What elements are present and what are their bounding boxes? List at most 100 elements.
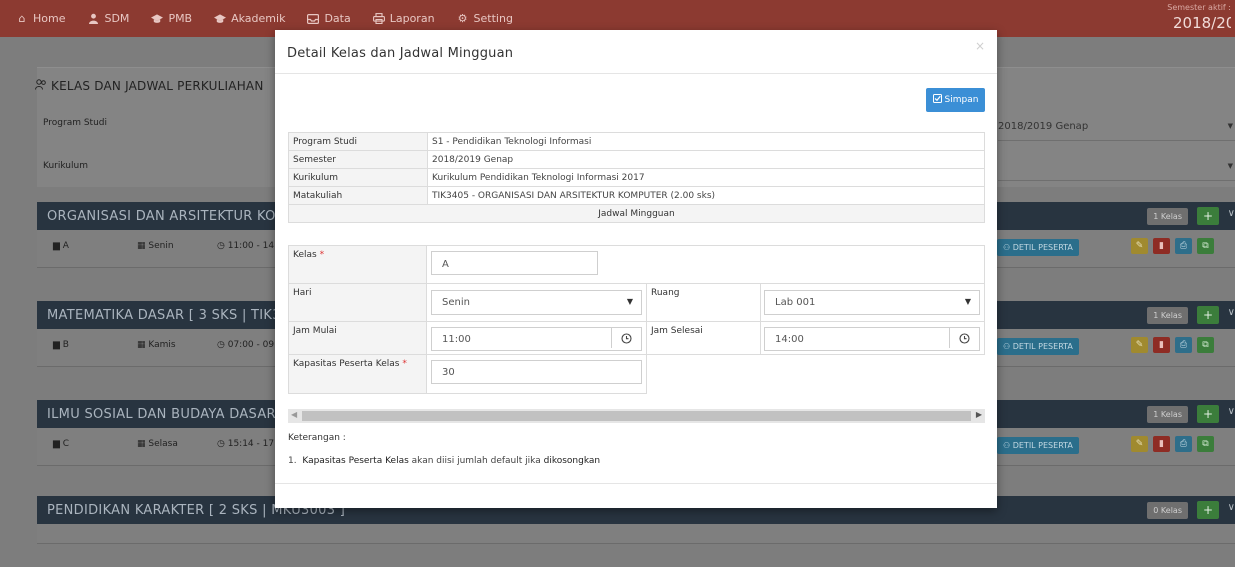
users-icon	[35, 79, 47, 93]
edit-button[interactable]: ✎	[1131, 436, 1148, 452]
class-name: ▆ B	[53, 340, 69, 350]
detail-label: Kurikulum	[288, 168, 428, 187]
nav-label: Home	[33, 12, 66, 25]
nav-label: Setting	[473, 12, 513, 25]
semester-aktif-value: 2018/2019 Genap	[1173, 14, 1231, 32]
kelas-count-button[interactable]: 1 Kelas	[1147, 307, 1188, 324]
print-button[interactable]: ⎙	[1175, 337, 1192, 353]
required-mark: *	[402, 359, 407, 369]
detail-label: Matakuliah	[288, 186, 428, 205]
close-icon[interactable]: ×	[975, 39, 985, 53]
ruang-select[interactable]: Lab 001 ▼	[764, 290, 980, 315]
hari-select[interactable]: Senin ▼	[431, 290, 642, 315]
nav-item-pmb[interactable]: PMB	[151, 12, 192, 25]
nav-label: Data	[324, 12, 351, 25]
edit-button[interactable]: ✎	[1131, 337, 1148, 353]
ruang-label-cell: Ruang	[646, 283, 761, 322]
kurikulum-label: Kurikulum	[43, 161, 88, 171]
detil-peserta-label: DETIL PESERTA	[1012, 243, 1073, 252]
kapasitas-value: 30	[442, 367, 455, 378]
detail-row: Semester 2018/2019 Genap	[288, 150, 985, 169]
detil-peserta-button[interactable]: ⚇ DETIL PESERTA	[997, 338, 1079, 355]
scrollbar-thumb[interactable]	[302, 411, 971, 421]
jam-selesai-label-cell: Jam Selesai	[646, 321, 761, 355]
chevron-down-icon[interactable]: ∨	[1228, 502, 1235, 513]
scroll-left-icon[interactable]: ◀	[291, 410, 297, 419]
jam-selesai-value: 14:00	[775, 334, 804, 345]
graduation-cap-icon	[214, 13, 227, 25]
ruang-select-value: Lab 001	[775, 297, 816, 308]
class-name: ▆ A	[53, 241, 69, 251]
jam-mulai-value: 11:00	[442, 334, 471, 345]
note-number: 1.	[288, 456, 297, 466]
chevron-down-icon: ▼	[626, 297, 633, 306]
class-letter: C	[62, 439, 70, 449]
detail-value: TIK3405 - ORGANISASI DAN ARSITEKTUR KOMP…	[427, 186, 985, 205]
add-class-button[interactable]: +	[1197, 207, 1219, 225]
edit-button[interactable]: ✎	[1131, 238, 1148, 254]
users-icon: ⚇	[1003, 243, 1013, 252]
chevron-down-icon[interactable]: ∨	[1228, 208, 1235, 219]
delete-button[interactable]: ▮	[1153, 238, 1170, 254]
nav-item-home[interactable]: ⌂ Home	[16, 12, 66, 25]
semester-select-value: 2018/2019 Genap	[998, 121, 1089, 132]
kelas-count-button[interactable]: 1 Kelas	[1147, 406, 1188, 423]
schedule-form: Kelas * A Hari Senin ▼ Ruang Lab 001 ▼ J…	[288, 245, 985, 395]
detail-row: Jadwal Mingguan	[288, 204, 985, 223]
nav-label: Laporan	[389, 12, 435, 25]
print-button[interactable]: ⎙	[1175, 436, 1192, 452]
nav-label: PMB	[168, 12, 193, 25]
copy-button[interactable]: ⧉	[1197, 436, 1214, 452]
add-class-button[interactable]: +	[1197, 306, 1219, 324]
nav-item-akademik[interactable]: Akademik	[214, 12, 285, 25]
jam-mulai-input[interactable]: 11:00	[431, 327, 642, 351]
detail-row: Kurikulum Kurikulum Pendidikan Teknologi…	[288, 168, 985, 187]
page-title-text: KELAS DAN JADWAL PERKULIAHAN	[51, 79, 264, 93]
note-item: 1. Kapasitas Peserta Kelas akan diisi ju…	[288, 456, 600, 466]
detail-table: Program Studi S1 - Pendidikan Teknologi …	[288, 132, 985, 223]
delete-button[interactable]: ▮	[1153, 436, 1170, 452]
class-day: ▦ Senin	[137, 241, 174, 251]
class-day-text: Selasa	[148, 439, 178, 449]
clock-icon[interactable]	[949, 328, 979, 348]
home-icon: ⌂	[18, 12, 26, 25]
nav-item-data[interactable]: Data	[307, 12, 351, 25]
note-text: akan diisi jumlah default jika	[411, 456, 541, 466]
users-icon: ⚇	[1003, 441, 1013, 450]
kapasitas-input[interactable]: 30	[431, 360, 642, 384]
course-class-row	[37, 524, 1235, 544]
add-class-button[interactable]: +	[1197, 501, 1219, 519]
note-bold-text: Kapasitas Peserta Kelas	[302, 456, 409, 466]
clock-icon[interactable]	[611, 328, 641, 348]
kelas-input[interactable]: A	[431, 251, 598, 275]
nav-item-setting[interactable]: ⚙ Setting	[457, 12, 513, 25]
detil-peserta-button[interactable]: ⚇ DETIL PESERTA	[997, 239, 1079, 256]
scroll-right-icon[interactable]: ▶	[976, 410, 982, 419]
class-letter: A	[62, 241, 69, 251]
save-button[interactable]: Simpan	[926, 88, 985, 112]
add-class-button[interactable]: +	[1197, 405, 1219, 423]
kelas-count-button[interactable]: 0 Kelas	[1147, 502, 1188, 519]
nav-item-sdm[interactable]: SDM	[87, 12, 129, 25]
print-button[interactable]: ⎙	[1175, 238, 1192, 254]
nav-item-laporan[interactable]: Laporan	[372, 12, 435, 25]
kapasitas-label-cell: Kapasitas Peserta Kelas *	[288, 354, 427, 394]
horizontal-scrollbar[interactable]: ◀ ▶	[288, 409, 985, 423]
class-day-text: Kamis	[148, 340, 176, 350]
kelas-count-button[interactable]: 1 Kelas	[1147, 208, 1188, 225]
class-name: ▆ C	[53, 439, 70, 449]
chevron-down-icon[interactable]: ∨	[1228, 406, 1235, 417]
modal-title: Detail Kelas dan Jadwal Mingguan	[287, 46, 514, 61]
copy-button[interactable]: ⧉	[1197, 337, 1214, 353]
class-day-text: Senin	[148, 241, 174, 251]
delete-button[interactable]: ▮	[1153, 337, 1170, 353]
chevron-down-icon[interactable]: ∨	[1228, 307, 1235, 318]
detil-peserta-button[interactable]: ⚇ DETIL PESERTA	[997, 437, 1079, 454]
copy-button[interactable]: ⧉	[1197, 238, 1214, 254]
nav-label: Akademik	[231, 12, 286, 25]
kurikulum-select[interactable]: ▼	[998, 155, 1235, 181]
jam-selesai-input[interactable]: 14:00	[764, 327, 980, 351]
page-title: KELAS DAN JADWAL PERKULIAHAN	[35, 79, 264, 93]
print-icon	[372, 13, 385, 25]
semester-select[interactable]: 2018/2019 Genap ▼	[998, 115, 1235, 141]
